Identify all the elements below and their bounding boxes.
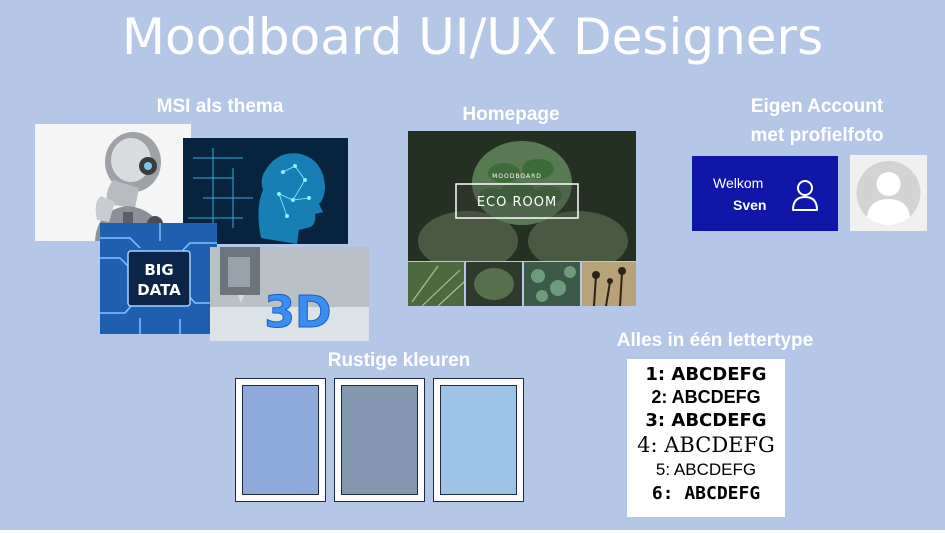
welcome-greeting: Welkom: [713, 175, 764, 191]
font-sample-3: 3: ABCDEFG: [645, 410, 767, 431]
big-data-text-line1: BIG: [144, 261, 173, 279]
font-sample-2: 2: ABCDEFG: [651, 387, 761, 407]
color-swatch-2: [334, 378, 425, 502]
font-label: Alles in één lettertype: [616, 330, 814, 351]
moodboard-slide: Moodboard UI/UX Designers MSI als thema …: [0, 0, 945, 530]
welcome-username: Sven: [733, 197, 767, 213]
homepage-image: MOODBOARD ECO ROOM: [408, 131, 636, 261]
color-swatch-3: [433, 378, 524, 502]
user-icon: [790, 178, 820, 217]
color-swatch-1: [235, 378, 326, 502]
homepage-brand: MOODBOARD: [492, 173, 542, 180]
swatch-fill-3: [440, 385, 517, 495]
homepage-thumbnail-strip: [408, 262, 636, 306]
font-sample-5: 5: ABCDEFG: [655, 460, 757, 479]
swatch-fill-2: [341, 385, 418, 495]
profile-avatar: [850, 155, 927, 231]
swatch-fill-1: [242, 385, 319, 495]
homepage-label: Homepage: [462, 104, 560, 125]
big-data-text-line2: DATA: [137, 281, 181, 299]
account-label-line1: Eigen Account: [750, 96, 884, 117]
homepage-name: ECO ROOM: [477, 195, 557, 210]
font-sample-card: 1: ABCDEFG 2: ABCDEFG 3: ABCDEFG 4: ABCD…: [627, 359, 785, 517]
account-welcome-card[interactable]: Welkom Sven: [692, 156, 838, 231]
theme-label: MSI als thema: [156, 96, 284, 117]
slide-title: Moodboard UI/UX Designers: [121, 8, 824, 66]
font-sample-6: 6: ABCDEFG: [651, 483, 761, 504]
colors-label: Rustige kleuren: [327, 350, 471, 371]
big-data-image: BIG DATA: [100, 223, 217, 334]
font-sample-1: 1: ABCDEFG: [645, 364, 767, 385]
3d-printer-image: 3D: [210, 247, 369, 341]
3d-text: 3D: [264, 287, 331, 338]
font-sample-4: 4: ABCDEFG: [637, 433, 775, 457]
account-label-line2: met profielfoto: [750, 125, 884, 146]
